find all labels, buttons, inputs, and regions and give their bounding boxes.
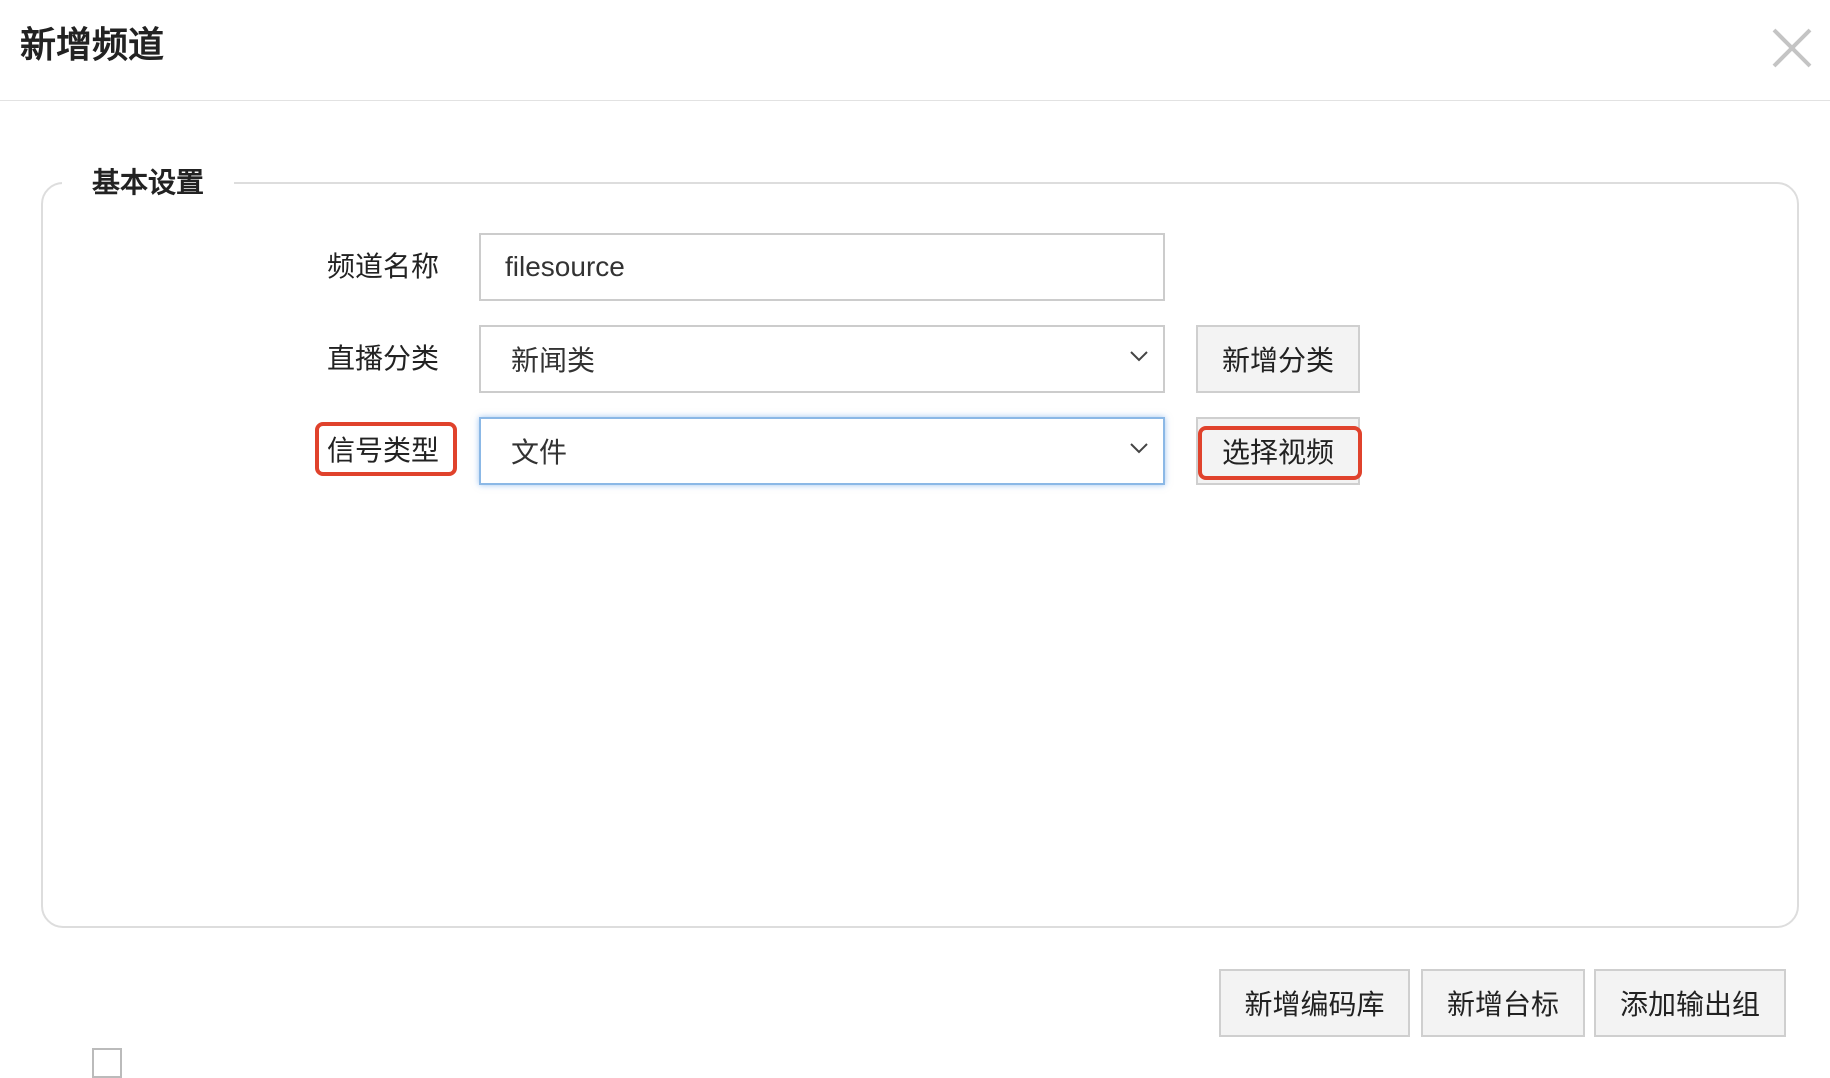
chevron-down-icon	[1130, 351, 1148, 362]
live-category-selected: 新闻类	[511, 344, 596, 377]
signal-type-select[interactable]: 文件	[479, 417, 1165, 485]
add-encoder-library-button[interactable]: 新增编码库	[1219, 969, 1410, 1037]
channel-name-value: filesource	[505, 251, 625, 282]
close-icon[interactable]	[1768, 24, 1816, 72]
live-category-select[interactable]: 新闻类	[479, 325, 1165, 393]
dialog-header: 新增频道	[0, 0, 1830, 101]
select-video-button[interactable]: 选择视频	[1196, 417, 1360, 485]
chevron-down-icon	[1130, 443, 1148, 454]
basic-settings-legend: 基本设置	[62, 163, 235, 203]
channel-name-input[interactable]: filesource	[479, 233, 1165, 301]
signal-type-label: 信号类型	[326, 434, 439, 467]
signal-type-selected: 文件	[511, 436, 568, 469]
add-station-logo-button[interactable]: 新增台标	[1421, 969, 1585, 1037]
checkbox[interactable]	[92, 1048, 122, 1078]
add-output-group-button[interactable]: 添加输出组	[1594, 969, 1786, 1037]
dialog-title: 新增频道	[20, 25, 165, 66]
add-category-button[interactable]: 新增分类	[1196, 325, 1360, 393]
live-category-label: 直播分类	[326, 342, 439, 375]
channel-name-label: 频道名称	[326, 250, 439, 283]
